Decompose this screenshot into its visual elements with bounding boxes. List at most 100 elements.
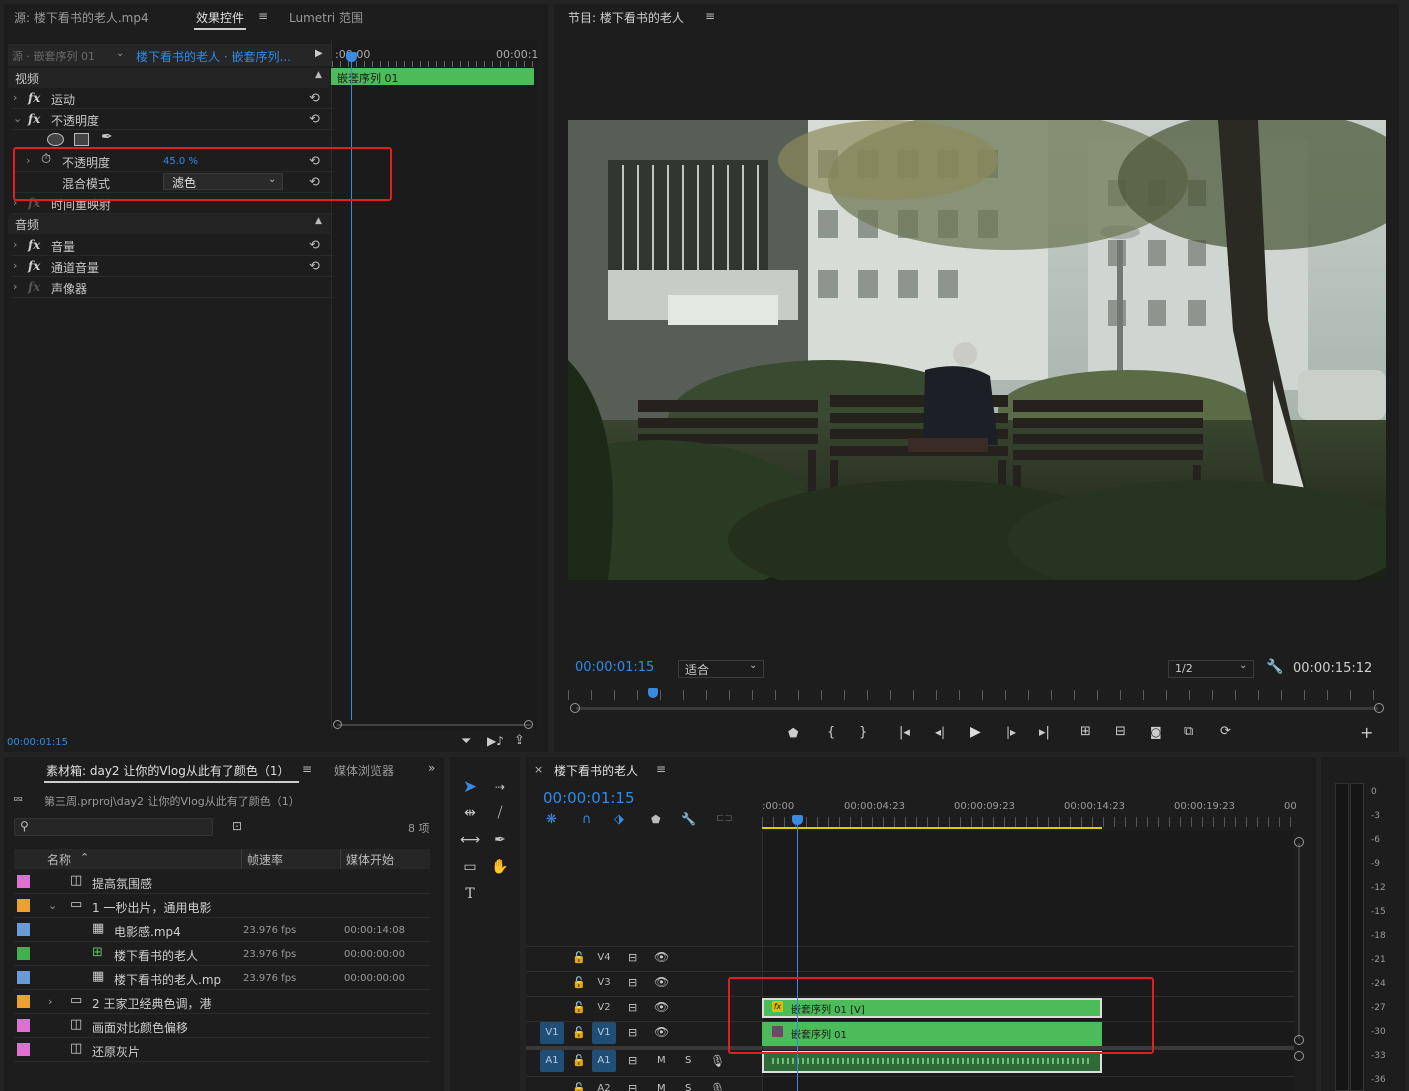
track-target-tracks_video-0[interactable]: V4	[592, 947, 616, 969]
fx-icon[interactable]: fx	[28, 91, 40, 105]
sync-lock-icon[interactable]: ⊟	[628, 1026, 637, 1039]
add-marker-icon[interactable]: ⬟	[651, 813, 661, 826]
step-forward-icon[interactable]: |▸	[1006, 725, 1016, 739]
ripple-edit-tool-icon[interactable]: ⇹	[458, 802, 482, 824]
step-back-icon[interactable]: ◂|	[935, 725, 945, 739]
new-search-bin-icon[interactable]: ⊡	[232, 819, 242, 833]
solo-button[interactable]: S	[685, 1083, 691, 1091]
track-target-tracks_audio-0[interactable]: A1	[592, 1050, 616, 1072]
reset-icon[interactable]: ⟲	[309, 238, 320, 253]
label-color-swatch[interactable]	[17, 947, 30, 960]
lock-icon[interactable]: 🔓	[572, 1054, 586, 1067]
chevron-right-icon[interactable]: ›	[13, 91, 17, 104]
fx-icon[interactable]: fx	[28, 259, 40, 273]
source-selector[interactable]: 源 · 嵌套序列 01	[12, 48, 95, 64]
nest-toggle-icon[interactable]: ❋	[546, 812, 557, 827]
source-patch-a1[interactable]: A1	[540, 1050, 564, 1072]
lock-icon[interactable]: 🔓	[572, 976, 586, 989]
list-item[interactable]: ◫ 还原灰片	[14, 1038, 430, 1062]
panel-menu-icon[interactable]: ≡	[656, 762, 666, 776]
reset-icon[interactable]: ⟲	[309, 112, 320, 127]
filter-icon[interactable]: ⏷	[461, 734, 471, 749]
sync-lock-icon[interactable]: ⊟	[628, 1082, 637, 1091]
chevron-down-icon[interactable]: ⌄	[48, 899, 57, 912]
label-color-swatch[interactable]	[17, 875, 30, 888]
chevron-right-icon[interactable]: ›	[13, 259, 17, 272]
chevron-right-icon[interactable]: ›	[13, 280, 17, 293]
panel-menu-icon[interactable]: ≡	[705, 9, 715, 23]
column-fps[interactable]: 帧速率	[247, 851, 283, 868]
wrench-icon[interactable]: 🔧	[1266, 659, 1283, 675]
track-target-tracks_video-3[interactable]: V1	[592, 1022, 616, 1044]
play-icon[interactable]: ▶	[970, 724, 981, 740]
audio-scrollbar-handle[interactable]	[1294, 1051, 1304, 1061]
column-name[interactable]: 名称	[47, 851, 71, 868]
sequence-selector[interactable]: 楼下看书的老人 · 嵌套序列...	[136, 48, 291, 65]
rectangle-mask-icon[interactable]	[74, 133, 89, 146]
effect-row-volume[interactable]: › fx 音量 ⟲	[12, 235, 334, 256]
collapse-up-icon[interactable]: ▲	[315, 70, 322, 80]
lift-icon[interactable]: ⊞	[1080, 724, 1091, 739]
vertical-scrollbar[interactable]	[1294, 837, 1304, 1047]
lock-icon[interactable]: 🔓	[572, 1001, 586, 1014]
mark-in-icon[interactable]: {	[827, 725, 835, 740]
program-timecode[interactable]: 00:00:01:15	[575, 660, 654, 675]
microphone-icon[interactable]: 🎙	[710, 1082, 725, 1091]
lock-icon[interactable]: 🔓	[572, 951, 586, 964]
add-button-icon[interactable]: +	[1360, 723, 1373, 742]
snap-icon[interactable]: ∩	[582, 812, 592, 827]
eye-icon[interactable]: 👁	[654, 950, 669, 964]
wrench-icon[interactable]: 🔧	[681, 812, 696, 826]
camera-icon[interactable]: ◙	[1150, 725, 1162, 739]
fx-icon[interactable]: fx	[28, 238, 40, 252]
chevron-right-icon[interactable]: ›	[48, 995, 52, 1008]
eye-icon[interactable]: 👁	[654, 975, 669, 989]
tab-effect-controls[interactable]: 效果控件	[196, 9, 244, 26]
panel-menu-icon[interactable]: ≡	[258, 9, 268, 23]
eye-icon[interactable]: 👁	[654, 1000, 669, 1014]
chevron-down-icon[interactable]: ⌄	[116, 48, 124, 59]
export-icon[interactable]: ⇪	[514, 733, 525, 748]
chevron-right-icon[interactable]: ›	[13, 238, 17, 251]
play-audio-icon[interactable]: ▶♪	[487, 734, 504, 748]
work-area-bar[interactable]	[762, 827, 1102, 829]
track-select-tool-icon[interactable]: ⇢	[488, 776, 512, 798]
pen-tool-icon[interactable]: ✒	[488, 829, 512, 851]
column-media-start[interactable]: 媒体开始	[346, 851, 394, 868]
tab-bin[interactable]: 素材箱: day2 让你的Vlog从此有了颜色（1）	[46, 762, 290, 779]
eye-icon[interactable]: 👁	[654, 1025, 669, 1039]
selection-tool-icon[interactable]: ➤	[458, 776, 482, 798]
track-target-tracks_video-1[interactable]: V3	[592, 972, 616, 994]
tab-source[interactable]: 源: 楼下看书的老人.mp4	[14, 9, 149, 26]
list-item[interactable]: ▦ 电影感.mp4 23.976 fps 00:00:14:08	[14, 918, 430, 942]
playhead-marker[interactable]	[792, 815, 803, 825]
lock-icon[interactable]: 🔓	[572, 1026, 586, 1039]
reset-icon[interactable]: ⟲	[309, 259, 320, 274]
list-item[interactable]: › ▭ 2 王家卫经典色调，港	[14, 990, 430, 1014]
list-item[interactable]: ⌄ ▭ 1 一秒出片，通用电影	[14, 894, 430, 918]
label-color-swatch[interactable]	[17, 899, 30, 912]
fx-icon[interactable]: fx	[28, 280, 40, 294]
folder-up-icon[interactable]: ⮹	[13, 793, 23, 808]
tab-media-browser[interactable]: 媒体浏览器	[334, 762, 394, 779]
mute-button[interactable]: M	[657, 1083, 666, 1091]
ellipse-mask-icon[interactable]	[47, 133, 64, 146]
list-item[interactable]: ◫ 提高氛围感	[14, 870, 430, 894]
list-item[interactable]: ▦ 楼下看书的老人.mp 23.976 fps 00:00:00:00	[14, 966, 430, 990]
playhead-marker[interactable]	[346, 52, 357, 62]
sync-lock-icon[interactable]: ⊟	[628, 1001, 637, 1014]
label-color-swatch[interactable]	[17, 1043, 30, 1056]
slip-tool-icon[interactable]: ⟷	[458, 829, 482, 851]
close-tab-icon[interactable]: ×	[534, 763, 543, 776]
sync-lock-icon[interactable]: ⊟	[628, 951, 637, 964]
timeline-ruler[interactable]: :00:00 00:00:04:23 00:00:09:23 00:00:14:23 0…	[762, 795, 1304, 829]
search-input[interactable]	[14, 818, 213, 836]
razor-tool-icon[interactable]: ⧸	[488, 802, 512, 824]
effect-row-channel-volume[interactable]: › fx 通道音量 ⟲	[12, 256, 334, 277]
compare-icon[interactable]: ⧉	[1184, 724, 1193, 739]
microphone-icon[interactable]: 🎙	[710, 1054, 725, 1068]
track-target-tracks_audio-1[interactable]: A2	[592, 1078, 616, 1091]
chevron-down-icon[interactable]: ⌄	[1239, 660, 1247, 671]
track-target-tracks_video-2[interactable]: V2	[592, 997, 616, 1019]
label-color-swatch[interactable]	[17, 923, 30, 936]
